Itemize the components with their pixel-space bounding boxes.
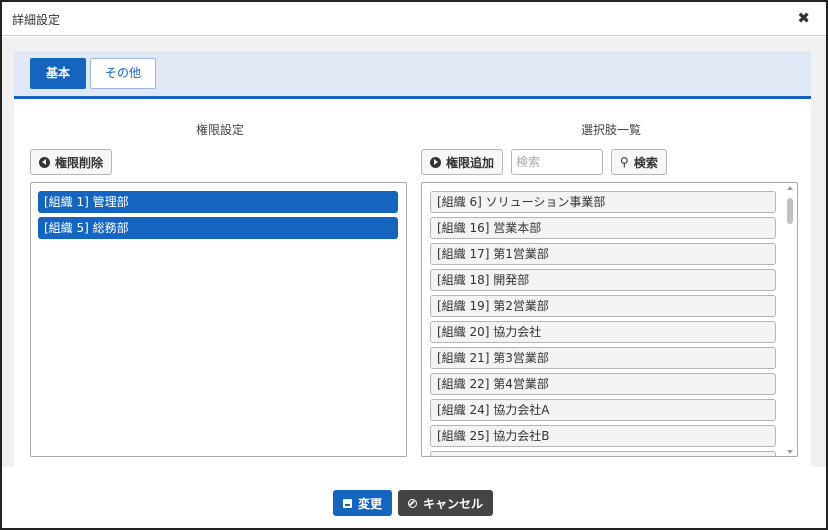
options-scrollbar[interactable] [784, 184, 796, 456]
circle-arrow-left-icon [429, 156, 441, 168]
save-button-label: 変更 [357, 496, 382, 511]
permission-settings-title: 権限設定 [195, 123, 244, 137]
tab-bar: 基本 その他 [14, 51, 811, 99]
list-item[interactable]: [組織 20] 協力会社 [430, 321, 776, 343]
list-item[interactable]: [組織 6] ソリューション事業部 [430, 191, 776, 213]
list-item[interactable]: [組織 18] 開発部 [430, 269, 776, 291]
list-item[interactable]: [組織 24] 協力会社A [430, 399, 776, 421]
dialog-body: 基本 その他 権限設定 権限削除 [組織 1] 管理部 [組織 5] 総務部 選… [2, 37, 826, 472]
add-permission-label: 権限追加 [445, 155, 494, 170]
tab-other[interactable]: その他 [90, 58, 156, 89]
close-icon[interactable]: ✖ [797, 9, 810, 27]
search-button-label: 検索 [633, 155, 658, 170]
save-icon [342, 498, 352, 508]
list-item[interactable]: [組織 1] 管理部 [38, 191, 398, 213]
permission-list[interactable]: [組織 1] 管理部 [組織 5] 総務部 [30, 182, 407, 457]
dialog-titlebar: 詳細設定 ✖ [2, 2, 826, 36]
list-item[interactable]: [組織 19] 第2営業部 [430, 295, 776, 317]
dialog-title: 詳細設定 [12, 13, 61, 27]
remove-permission-button[interactable]: 権限削除 [30, 149, 112, 175]
list-item-partial[interactable] [430, 451, 776, 456]
add-permission-button[interactable]: 権限追加 [421, 149, 503, 175]
tab-basic[interactable]: 基本 [30, 58, 86, 89]
scroll-up-arrow-icon[interactable] [787, 186, 793, 190]
detail-settings-dialog: 詳細設定 ✖ 基本 その他 権限設定 権限削除 [組織 1] 管理部 [組織 5… [0, 0, 828, 530]
list-item[interactable]: [組織 21] 第3営業部 [430, 347, 776, 369]
search-button[interactable]: ⚲ 検索 [611, 149, 667, 175]
cancel-button[interactable]: キャンセル [398, 490, 493, 516]
search-input[interactable] [511, 149, 603, 175]
dialog-content: 基本 その他 権限設定 権限削除 [組織 1] 管理部 [組織 5] 総務部 選… [14, 51, 811, 472]
scrollbar-thumb[interactable] [787, 198, 793, 224]
options-list[interactable]: [組織 6] ソリューション事業部 [組織 16] 営業本部 [組織 17] 第… [421, 182, 798, 457]
dialog-footer: 変更 キャンセル [2, 468, 826, 528]
ban-icon [407, 498, 417, 508]
list-item[interactable]: [組織 5] 総務部 [38, 217, 398, 239]
cancel-button-label: キャンセル [422, 496, 483, 511]
list-item[interactable]: [組織 16] 営業本部 [430, 217, 776, 239]
search-icon: ⚲ [620, 155, 629, 169]
scroll-down-arrow-icon[interactable] [787, 450, 793, 454]
remove-permission-label: 権限削除 [54, 155, 103, 170]
list-item[interactable]: [組織 25] 協力会社B [430, 425, 776, 447]
list-item[interactable]: [組織 17] 第1営業部 [430, 243, 776, 265]
circle-arrow-left-icon [38, 156, 50, 168]
save-button[interactable]: 変更 [333, 490, 392, 516]
options-list-title: 選択肢一覧 [580, 123, 641, 137]
list-item[interactable]: [組織 22] 第4営業部 [430, 373, 776, 395]
